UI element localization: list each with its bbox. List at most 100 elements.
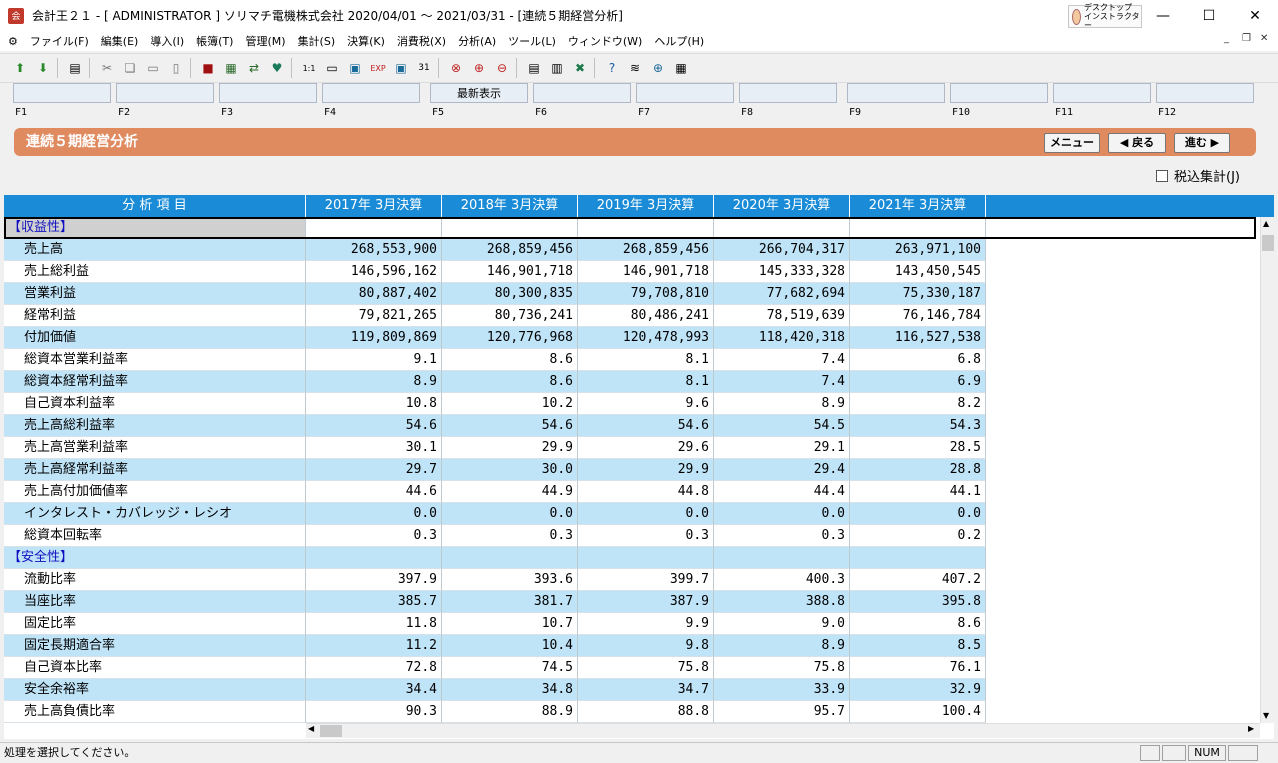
menu-file[interactable]: ファイル(F) (24, 33, 95, 49)
f8-button[interactable] (739, 83, 837, 103)
menu-button[interactable]: メニュー (1044, 133, 1100, 153)
table-row[interactable]: 営業利益 80,887,402 80,300,835 79,708,810 77,682… (4, 283, 986, 305)
back-button[interactable]: ◀ 戻る (1108, 133, 1166, 153)
f10-button[interactable] (950, 83, 1048, 103)
table-row[interactable]: 当座比率 385.7 381.7 387.9 388.8 395.8 (4, 591, 986, 613)
mdi-close-icon[interactable]: ✕ (1260, 33, 1268, 44)
layers-icon[interactable]: ≋ (625, 58, 645, 78)
paste-icon[interactable]: ▭ (143, 58, 163, 78)
table-row[interactable]: 総資本回転率 0.3 0.3 0.3 0.3 0.2 (4, 525, 986, 547)
menu-tools[interactable]: ツール(L) (502, 33, 562, 49)
menu-edit[interactable]: 編集(E) (95, 33, 145, 49)
menu-window[interactable]: ウィンドウ(W) (562, 33, 648, 49)
import-icon[interactable]: ▣ (391, 58, 411, 78)
menu-closing[interactable]: 決算(K) (341, 33, 391, 49)
table-row[interactable]: 総資本経常利益率 8.9 8.6 8.1 7.4 6.9 (4, 371, 986, 393)
scroll-left-icon[interactable]: ◀ (308, 724, 314, 733)
calendar-delete-icon[interactable]: ⊖ (492, 58, 512, 78)
menu-analysis[interactable]: 分析(A) (452, 33, 502, 49)
value-cell: 54.6 (306, 415, 442, 437)
menu-ledger[interactable]: 帳簿(T) (190, 33, 239, 49)
f2-button[interactable] (116, 83, 214, 103)
f8-label: F8 (741, 107, 754, 118)
export-icon[interactable]: EXP (368, 58, 388, 78)
table-row[interactable]: 流動比率 397.9 393.6 399.7 400.3 407.2 (4, 569, 986, 591)
table-row[interactable]: インタレスト・カバレッジ・レシオ 0.0 0.0 0.0 0.0 0.0 (4, 503, 986, 525)
f11-button[interactable] (1053, 83, 1151, 103)
f1-button[interactable] (13, 83, 111, 103)
table2-icon[interactable]: ▥ (547, 58, 567, 78)
close-button[interactable]: ✕ (1232, 0, 1278, 31)
table-row[interactable]: 売上高負債比率 90.3 88.9 88.8 95.7 100.4 (4, 701, 986, 723)
horizontal-scrollbar[interactable]: ◀ ▶ (306, 723, 1260, 738)
table-row[interactable]: 売上高 268,553,900 268,859,456 268,859,456 266,… (4, 239, 986, 261)
menu-tax[interactable]: 消費税(X) (391, 33, 452, 49)
scroll-right-icon[interactable]: ▶ (1248, 724, 1254, 733)
calendar-icon[interactable]: 31 (414, 58, 434, 78)
calendar-add-icon[interactable]: ⊕ (469, 58, 489, 78)
f12-button[interactable] (1156, 83, 1254, 103)
tax-included-checkbox[interactable]: 税込集計(J) (1156, 166, 1240, 185)
vertical-scrollbar[interactable]: ▲ ▼ (1260, 217, 1274, 723)
copy-icon[interactable]: ❏ (120, 58, 140, 78)
table-row[interactable]: 売上高総利益率 54.6 54.6 54.6 54.5 54.3 (4, 415, 986, 437)
delete-icon[interactable]: ⊗ (446, 58, 466, 78)
clipboard-icon[interactable]: ▯ (166, 58, 186, 78)
table-row[interactable]: 【安全性】 (4, 547, 986, 569)
globe-icon[interactable]: ⊕ (648, 58, 668, 78)
table-row[interactable]: 安全余裕率 34.4 34.8 34.7 33.9 32.9 (4, 679, 986, 701)
open-icon[interactable]: ⬆ (10, 58, 30, 78)
excel-icon[interactable]: ✖ (570, 58, 590, 78)
value-cell: 0.2 (850, 525, 986, 547)
table-row[interactable]: 付加価値 119,809,869 120,776,968 120,478,993 118… (4, 327, 986, 349)
book-icon[interactable]: ■ (198, 58, 218, 78)
voucher-icon[interactable]: ▣ (345, 58, 365, 78)
scroll-down-icon[interactable]: ▼ (1263, 711, 1269, 720)
keyboard-icon[interactable]: ▭ (322, 58, 342, 78)
table-row[interactable]: 売上高付加価値率 44.6 44.9 44.8 44.4 44.1 (4, 481, 986, 503)
f9-button[interactable] (847, 83, 945, 103)
desktop-instructor-button[interactable]: デスクトップ インストラクター (1068, 3, 1142, 30)
print-preview-icon[interactable]: ▤ (65, 58, 85, 78)
table-row[interactable]: 自己資本比率 72.8 74.5 75.8 75.8 76.1 (4, 657, 986, 679)
table-row[interactable]: 自己資本利益率 10.8 10.2 9.6 8.9 8.2 (4, 393, 986, 415)
transfer-icon[interactable]: ⇄ (244, 58, 264, 78)
f6-button[interactable] (533, 83, 631, 103)
checkbox-box[interactable] (1156, 169, 1168, 182)
scroll-up-icon[interactable]: ▲ (1263, 219, 1269, 228)
horizontal-scroll-thumb[interactable] (320, 725, 342, 737)
table-icon[interactable]: ▤ (524, 58, 544, 78)
f4-button[interactable] (322, 83, 420, 103)
mdi-minimize-icon[interactable]: _ (1224, 33, 1229, 44)
minimize-button[interactable]: — (1140, 0, 1186, 31)
journal-icon[interactable]: ▦ (221, 58, 241, 78)
f7-button[interactable] (636, 83, 734, 103)
help-icon[interactable]: ? (602, 58, 622, 78)
cut-icon[interactable]: ✂ (97, 58, 117, 78)
menu-manage[interactable]: 管理(M) (239, 33, 291, 49)
forward-button[interactable]: 進む ▶ (1174, 133, 1230, 153)
table-row[interactable]: 固定長期適合率 11.2 10.4 9.8 8.9 8.5 (4, 635, 986, 657)
table-row[interactable]: 【収益性】 (4, 217, 986, 239)
maximize-button[interactable]: ☐ (1186, 0, 1232, 31)
table-row[interactable]: 固定比率 11.8 10.7 9.9 9.0 8.6 (4, 613, 986, 635)
table-row[interactable]: 売上総利益 146,596,162 146,901,718 146,901,718 14… (4, 261, 986, 283)
vertical-scroll-thumb[interactable] (1262, 235, 1274, 251)
easy-icon[interactable]: 1:1 (299, 58, 319, 78)
mdi-restore-icon[interactable]: ❐ (1242, 33, 1251, 44)
table-row[interactable]: 総資本営業利益率 9.1 8.6 8.1 7.4 6.8 (4, 349, 986, 371)
value-cell: 8.5 (850, 635, 986, 657)
table-row[interactable]: 売上高経常利益率 29.7 30.0 29.9 29.4 28.8 (4, 459, 986, 481)
table-row[interactable]: 売上高営業利益率 30.1 29.9 29.6 29.1 28.5 (4, 437, 986, 459)
document-icon[interactable]: ⚙ (8, 35, 18, 48)
menu-summary[interactable]: 集計(S) (292, 33, 342, 49)
table-row[interactable]: 経常利益 79,821,265 80,736,241 80,486,241 78,519… (4, 305, 986, 327)
f5-refresh-button[interactable]: 最新表示 (430, 83, 528, 103)
menu-import[interactable]: 導入(I) (144, 33, 190, 49)
menu-help[interactable]: ヘルプ(H) (648, 33, 710, 49)
f3-button[interactable] (219, 83, 317, 103)
f9-label: F9 (849, 107, 862, 118)
save-icon[interactable]: ⬇ (33, 58, 53, 78)
heart-icon[interactable]: ♥ (267, 58, 287, 78)
calculator-icon[interactable]: ▦ (671, 58, 691, 78)
